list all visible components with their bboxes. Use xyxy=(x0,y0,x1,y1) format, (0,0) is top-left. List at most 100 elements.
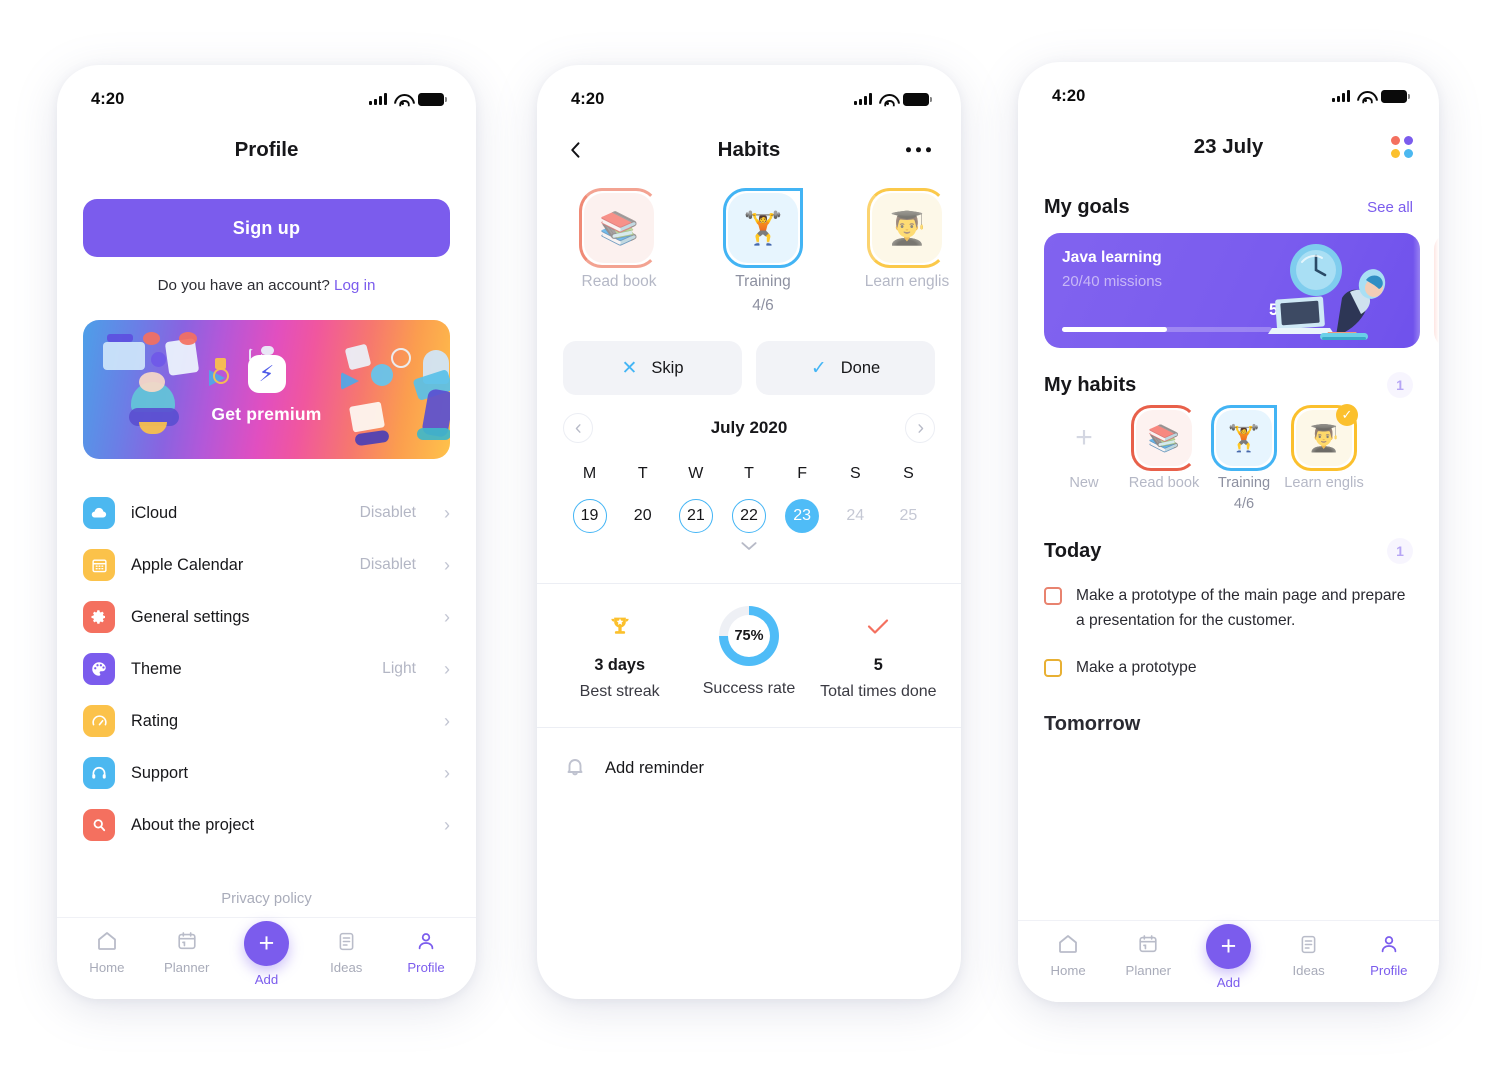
stat-label: Best streak xyxy=(579,683,660,700)
color-dots-button[interactable] xyxy=(1391,136,1413,158)
habit-name: Read book xyxy=(581,273,657,290)
cloud-icon xyxy=(83,497,115,529)
weekday-label: W xyxy=(688,465,704,482)
goal-card-next[interactable] xyxy=(1434,233,1439,348)
tab-profile[interactable]: Profile xyxy=(393,928,459,975)
habits-selector-rail: 📚 Read book 🏋 Training 4/6 👨‍🎓 xyxy=(537,181,961,315)
calendar-day-selected[interactable]: 23 xyxy=(785,499,820,533)
calendar-prev-button[interactable] xyxy=(563,413,593,443)
habit-item-read-book[interactable]: 📚 Read book xyxy=(1124,405,1204,491)
task-checkbox[interactable] xyxy=(1044,587,1062,605)
chevron-right-icon: › xyxy=(444,659,450,679)
habit-item-learn-english[interactable]: 👨‍🎓 Learn englis xyxy=(851,188,961,291)
task-checkbox[interactable] xyxy=(1044,658,1062,677)
page-title: Profile xyxy=(234,138,299,161)
status-time: 4:20 xyxy=(571,89,605,108)
battery-full-icon xyxy=(903,92,932,106)
tab-home[interactable]: Home xyxy=(74,928,140,975)
habit-item-training[interactable]: 🏋 Training 4/6 xyxy=(707,188,819,315)
settings-label: iCloud xyxy=(131,503,178,522)
tab-home[interactable]: Home xyxy=(1035,931,1101,978)
skip-done-row: ✕ Skip ✓ Done xyxy=(537,315,961,395)
settings-label: Theme xyxy=(131,659,182,678)
more-options-button[interactable] xyxy=(898,139,939,160)
calendar-next-button[interactable] xyxy=(905,413,935,443)
search-icon xyxy=(83,809,115,841)
my-goals-header: My goals See all xyxy=(1018,196,1439,219)
habit-item-training[interactable]: 🏋 Training 4/6 xyxy=(1204,405,1284,512)
home-icon xyxy=(1056,931,1080,957)
calendar-day[interactable]: 20 xyxy=(626,499,660,533)
settings-row-support[interactable]: Support › xyxy=(83,747,450,799)
tab-label: Profile xyxy=(1370,963,1408,978)
tab-ideas[interactable]: Ideas xyxy=(313,928,379,975)
settings-label: General settings xyxy=(131,607,250,626)
habit-new-button[interactable]: + New xyxy=(1044,410,1124,491)
tab-profile[interactable]: Profile xyxy=(1356,931,1422,978)
tab-planner[interactable]: Planner xyxy=(154,928,220,975)
premium-art-deco xyxy=(179,332,197,345)
habits-count-badge: 1 xyxy=(1387,372,1413,398)
calendar-day[interactable]: 24 xyxy=(838,499,872,533)
status-bar: 4:20 xyxy=(537,65,961,119)
tab-add[interactable]: + Add xyxy=(233,921,299,987)
habit-name: Learn englis xyxy=(864,273,950,290)
get-premium-banner[interactable]: ⚡ Get premium xyxy=(83,320,450,459)
settings-row-rating[interactable]: Rating › xyxy=(83,695,450,747)
task-item[interactable]: Make a prototype xyxy=(1018,656,1439,681)
calendar-day[interactable]: 25 xyxy=(891,499,925,533)
done-button[interactable]: ✓ Done xyxy=(756,341,935,395)
ellipsis-icon xyxy=(905,147,912,153)
calendar-day[interactable]: 21 xyxy=(678,499,713,533)
tab-add[interactable]: + Add xyxy=(1195,924,1261,990)
calendar-month-label: July 2020 xyxy=(710,418,788,437)
calendar-day[interactable]: 22 xyxy=(731,499,766,533)
weekday-label: S xyxy=(903,465,914,482)
stat-best-streak: 3 days Best streak xyxy=(555,606,684,701)
habit-tile[interactable]: 🏋 xyxy=(723,188,803,268)
skip-label: Skip xyxy=(651,358,684,377)
log-in-link[interactable]: Log in xyxy=(334,277,375,294)
back-button[interactable] xyxy=(559,133,593,167)
calendar-day[interactable]: 19 xyxy=(572,499,607,533)
goal-progress-fill xyxy=(1062,327,1167,332)
habit-tile[interactable]: 👨‍🎓 ✓ xyxy=(1291,404,1358,471)
privacy-policy-link[interactable]: Privacy policy xyxy=(57,891,476,907)
habit-progress-ring xyxy=(1211,405,1277,471)
see-all-link[interactable]: See all xyxy=(1367,199,1413,216)
settings-row-theme[interactable]: Theme Light › xyxy=(83,643,450,695)
calendar-icon xyxy=(83,549,115,581)
chevron-down-icon xyxy=(741,542,757,550)
goal-progress-track xyxy=(1062,327,1272,332)
calendar-expand-button[interactable] xyxy=(563,539,935,557)
chevron-right-icon: › xyxy=(444,607,450,627)
tab-ideas[interactable]: Ideas xyxy=(1276,931,1342,978)
skip-button[interactable]: ✕ Skip xyxy=(563,341,742,395)
document-icon xyxy=(1298,931,1319,957)
sign-up-button[interactable]: Sign up xyxy=(83,199,450,257)
settings-row-apple-calendar[interactable]: Apple Calendar Disablet › xyxy=(83,539,450,591)
habit-tile[interactable]: 📚 xyxy=(579,188,659,268)
bottom-tab-bar: Home Planner + Add Ideas Profile xyxy=(1018,920,1439,1002)
settings-row-about-the-project[interactable]: About the project › xyxy=(83,799,450,851)
goal-card-java-learning[interactable]: Java learning 20/40 missions 50% xyxy=(1044,233,1420,348)
habit-count: 4/6 xyxy=(752,297,774,314)
chevron-right-icon: › xyxy=(444,763,450,783)
task-text: Make a prototype xyxy=(1076,658,1197,676)
habit-tile[interactable]: 👨‍🎓 xyxy=(867,188,947,268)
status-time: 4:20 xyxy=(91,89,125,108)
person-icon xyxy=(1378,931,1400,957)
chevron-left-icon xyxy=(575,423,581,433)
settings-row-icloud[interactable]: iCloud Disablet › xyxy=(83,487,450,539)
habit-item-read-book[interactable]: 📚 Read book xyxy=(563,188,675,291)
habit-item-learn-english[interactable]: 👨‍🎓 ✓ Learn englis xyxy=(1284,404,1364,491)
habit-tile[interactable]: 🏋 xyxy=(1211,405,1277,471)
habit-count: 4/6 xyxy=(1233,496,1255,512)
task-item[interactable]: Make a prototype of the main page and pr… xyxy=(1018,584,1439,634)
tab-planner[interactable]: Planner xyxy=(1115,931,1181,978)
check-icon xyxy=(864,606,892,648)
gauge-icon xyxy=(83,705,115,737)
habit-tile[interactable]: 📚 xyxy=(1131,405,1197,471)
add-reminder-row[interactable]: Add reminder xyxy=(537,728,961,809)
settings-row-general-settings[interactable]: General settings › xyxy=(83,591,450,643)
